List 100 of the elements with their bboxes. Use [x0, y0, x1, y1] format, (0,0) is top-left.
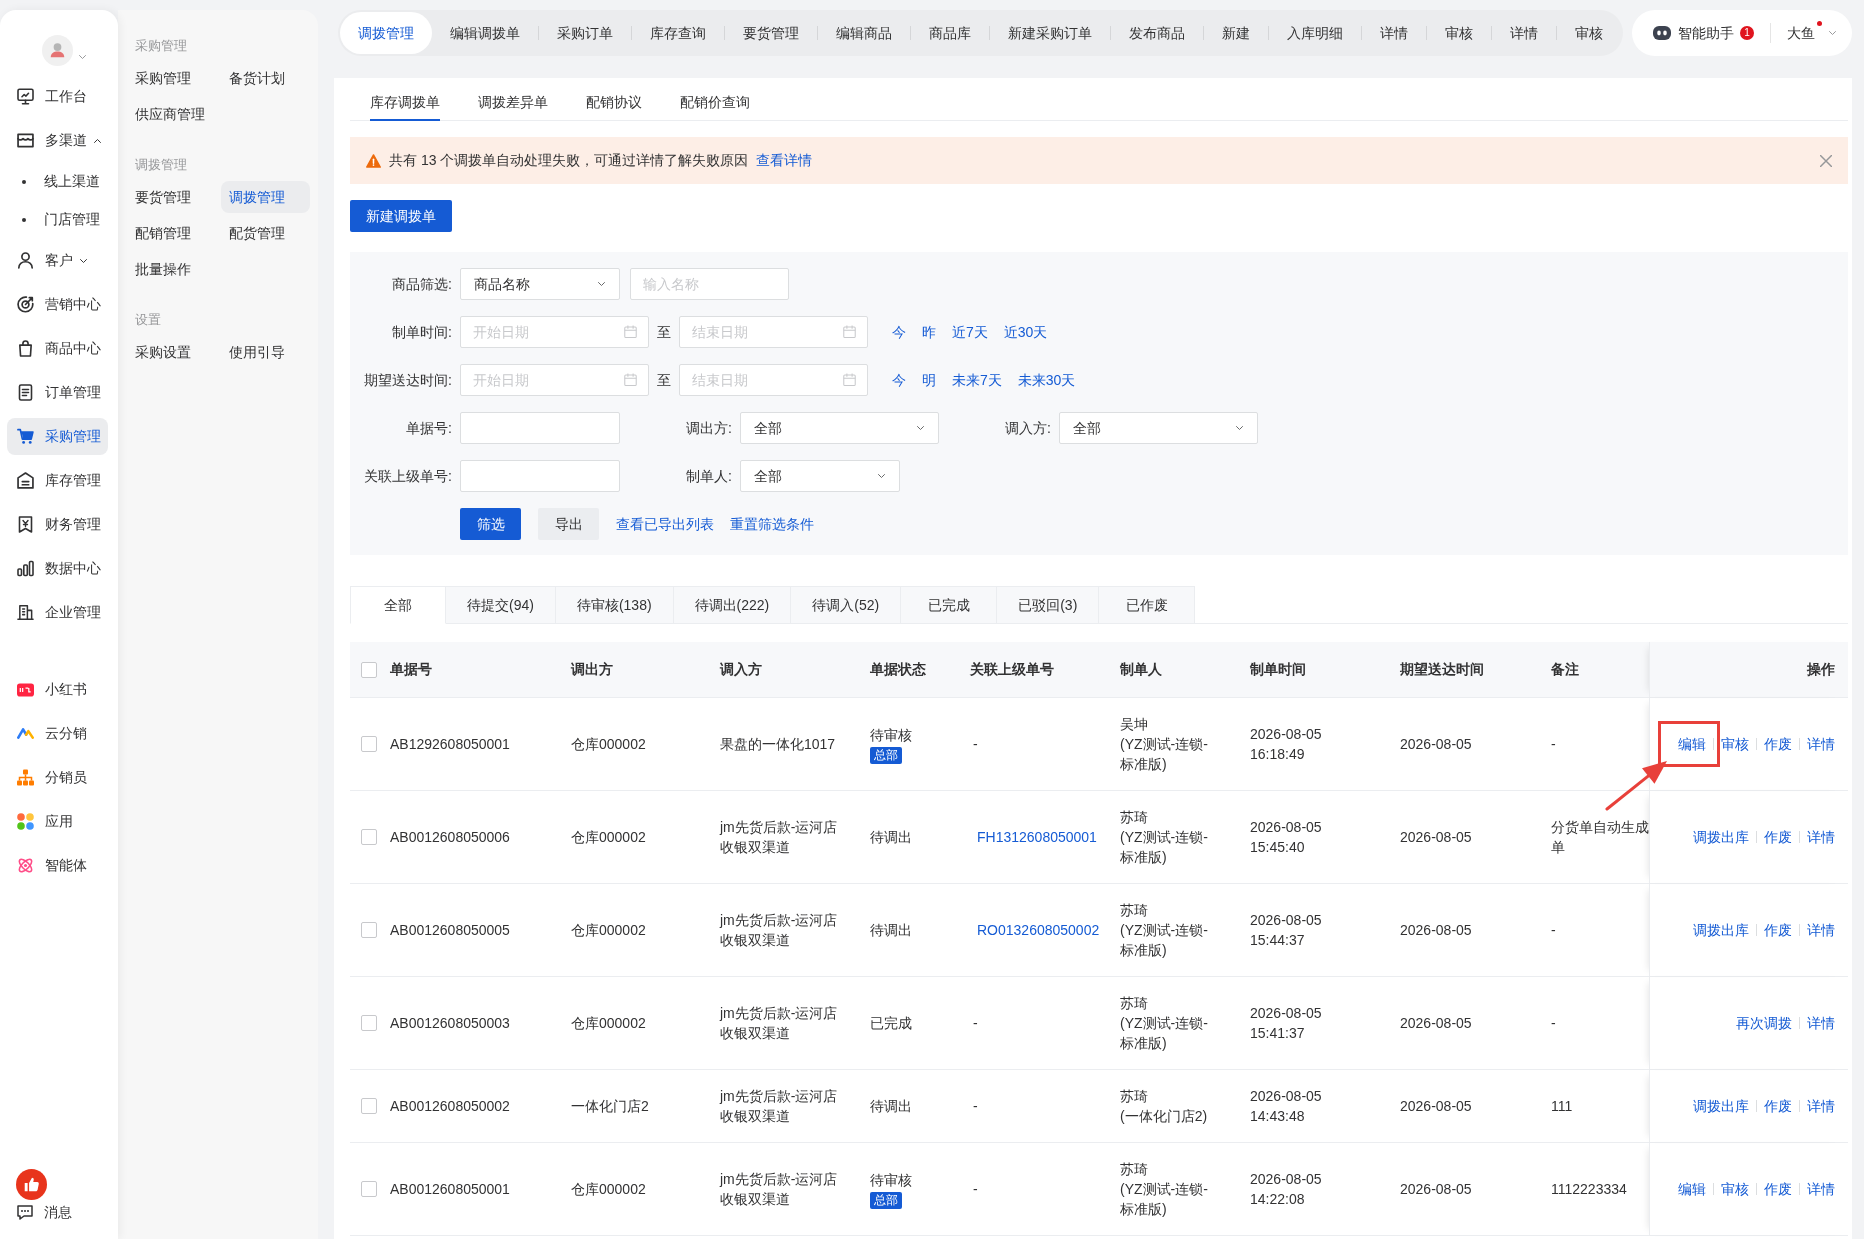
date-shortcut-link[interactable]: 昨 [922, 321, 936, 343]
sidebar-item[interactable]: 应用 [7, 803, 108, 840]
tab[interactable]: 待提交(94) [446, 586, 556, 624]
tab[interactable]: 库存查询 [632, 12, 724, 54]
row-action-link[interactable]: 作废 [1764, 1179, 1792, 1199]
tab[interactable]: 已完成 [901, 586, 998, 624]
row-action-link[interactable]: 详情 [1807, 827, 1835, 847]
row-action-link[interactable]: 作废 [1764, 827, 1792, 847]
close-icon[interactable] [1820, 154, 1832, 167]
sidebar-item[interactable]: 云分销 [7, 715, 108, 752]
tab[interactable]: 新建 [1204, 12, 1268, 54]
checkbox[interactable] [361, 736, 377, 752]
checkbox[interactable] [361, 922, 377, 938]
chevron-down-icon[interactable] [77, 53, 88, 60]
row-action-link[interactable]: 再次调拨 [1736, 1013, 1792, 1033]
sidebar-item[interactable]: 采购管理 [7, 418, 108, 455]
filter-button[interactable]: 筛选 [460, 508, 521, 540]
sidebar-item[interactable]: 分销员 [7, 759, 108, 796]
row-action-link[interactable]: 调拨出库 [1693, 920, 1749, 940]
tab[interactable]: 调拨差异单 [478, 86, 548, 121]
checkbox[interactable] [361, 829, 377, 845]
sidebar-item[interactable]: 小红书 [7, 671, 108, 708]
assistant-button[interactable]: 智能助手 [1653, 22, 1734, 44]
date-shortcut-link[interactable]: 今 [892, 321, 906, 343]
date-shortcut-link[interactable]: 近30天 [1003, 321, 1048, 343]
avatar-icon[interactable] [42, 35, 73, 66]
tab[interactable]: 待调入(52) [791, 586, 902, 624]
date-shortcut-link[interactable]: 未来7天 [952, 369, 1002, 391]
tab[interactable]: 入库明细 [1269, 12, 1361, 54]
sidebar-item[interactable]: 消息 [7, 1201, 108, 1223]
checkbox[interactable] [361, 1181, 377, 1197]
row-action-link[interactable]: 作废 [1764, 920, 1792, 940]
tab[interactable]: 商品库 [911, 12, 989, 54]
submenu-item[interactable]: 批量操作 [127, 253, 216, 285]
sidebar-item[interactable]: 工作台 [7, 78, 108, 115]
checkbox[interactable] [361, 661, 377, 678]
text-input[interactable] [460, 412, 620, 444]
tab[interactable]: 配销价查询 [680, 86, 750, 121]
date-shortcut-link[interactable]: 近7天 [952, 321, 988, 343]
date-shortcut-link[interactable]: 明 [922, 369, 936, 391]
tab[interactable]: 新建采购订单 [990, 12, 1110, 54]
submenu-item[interactable]: 供应商管理 [127, 98, 216, 130]
date-shortcut-link[interactable]: 今 [892, 369, 906, 391]
sidebar-item[interactable]: 多渠道 [7, 122, 108, 159]
tab[interactable]: 要货管理 [725, 12, 817, 54]
tab[interactable]: 编辑商品 [818, 12, 910, 54]
text-link[interactable]: 查看已导出列表 [616, 513, 714, 535]
submenu-item[interactable]: 采购管理 [127, 62, 216, 94]
row-action-link[interactable]: 调拨出库 [1693, 1096, 1749, 1116]
sidebar-subitem[interactable]: 门店管理 [7, 204, 108, 235]
select-field[interactable]: 全部 [1059, 412, 1258, 444]
select-field[interactable]: 全部 [740, 460, 900, 492]
row-action-link[interactable]: 审核 [1721, 1179, 1749, 1199]
sidebar-subitem[interactable]: 线上渠道 [7, 166, 108, 197]
checkbox[interactable] [361, 1015, 377, 1031]
tab[interactable]: 配销协议 [586, 86, 642, 121]
tab[interactable]: 编辑调拨单 [432, 12, 538, 54]
submenu-item[interactable]: 采购设置 [127, 336, 216, 368]
date-shortcut-link[interactable]: 未来30天 [1017, 369, 1076, 391]
row-action-link[interactable]: 详情 [1807, 920, 1835, 940]
row-action-link[interactable]: 详情 [1807, 1013, 1835, 1033]
related-order-link[interactable]: RO0132608050002 [977, 920, 1100, 940]
tab[interactable]: 采购订单 [539, 12, 631, 54]
row-action-link[interactable]: 编辑 [1678, 1179, 1706, 1199]
select-field[interactable]: 商品名称 [460, 268, 620, 300]
tab[interactable]: 发布商品 [1111, 12, 1203, 54]
tab[interactable]: 详情 [1492, 12, 1556, 54]
submenu-item[interactable]: 备货计划 [221, 62, 310, 94]
row-action-link[interactable]: 详情 [1807, 1096, 1835, 1116]
sidebar-item[interactable]: 客户 [7, 242, 108, 279]
export-button[interactable]: 导出 [538, 508, 599, 540]
tab[interactable]: 已作废 [1099, 586, 1196, 624]
row-action-link[interactable]: 审核 [1721, 734, 1749, 754]
submenu-item[interactable]: 调拨管理 [221, 181, 310, 213]
view-details-link[interactable]: 查看详情 [756, 150, 813, 171]
sidebar-item[interactable]: 数据中心 [7, 550, 108, 587]
row-action-link[interactable]: 详情 [1807, 1179, 1835, 1199]
tab[interactable]: 审核 [1427, 12, 1491, 54]
tab[interactable]: 已驳回(3) [997, 586, 1100, 624]
row-action-link[interactable]: 作废 [1764, 734, 1792, 754]
sidebar-item[interactable]: 订单管理 [7, 374, 108, 411]
row-action-link[interactable]: 详情 [1807, 734, 1835, 754]
create-button[interactable]: 新建调拨单 [350, 200, 452, 232]
sidebar-item[interactable]: 企业管理 [7, 594, 108, 631]
user-menu[interactable]: 大鱼 [1787, 22, 1838, 44]
tab[interactable]: 全部 [350, 586, 446, 624]
row-action-link[interactable]: 调拨出库 [1693, 827, 1749, 847]
related-order-link[interactable]: FH1312608050001 [977, 827, 1097, 847]
submenu-item[interactable]: 要货管理 [127, 181, 216, 213]
submenu-item[interactable]: 配销管理 [127, 217, 216, 249]
thumbs-up-icon[interactable] [16, 1169, 47, 1200]
submenu-item[interactable]: 使用引导 [221, 336, 310, 368]
text-input[interactable] [460, 460, 620, 492]
tab[interactable]: 待审核(138) [555, 586, 674, 624]
tab[interactable]: 库存调拨单 [370, 86, 440, 121]
sidebar-item[interactable]: 商品中心 [7, 330, 108, 367]
tab[interactable]: 待调出(222) [673, 586, 792, 624]
tab[interactable]: 审核 [1557, 12, 1621, 54]
sidebar-item[interactable]: 库存管理 [7, 462, 108, 499]
sidebar-item[interactable]: 财务管理 [7, 506, 108, 543]
